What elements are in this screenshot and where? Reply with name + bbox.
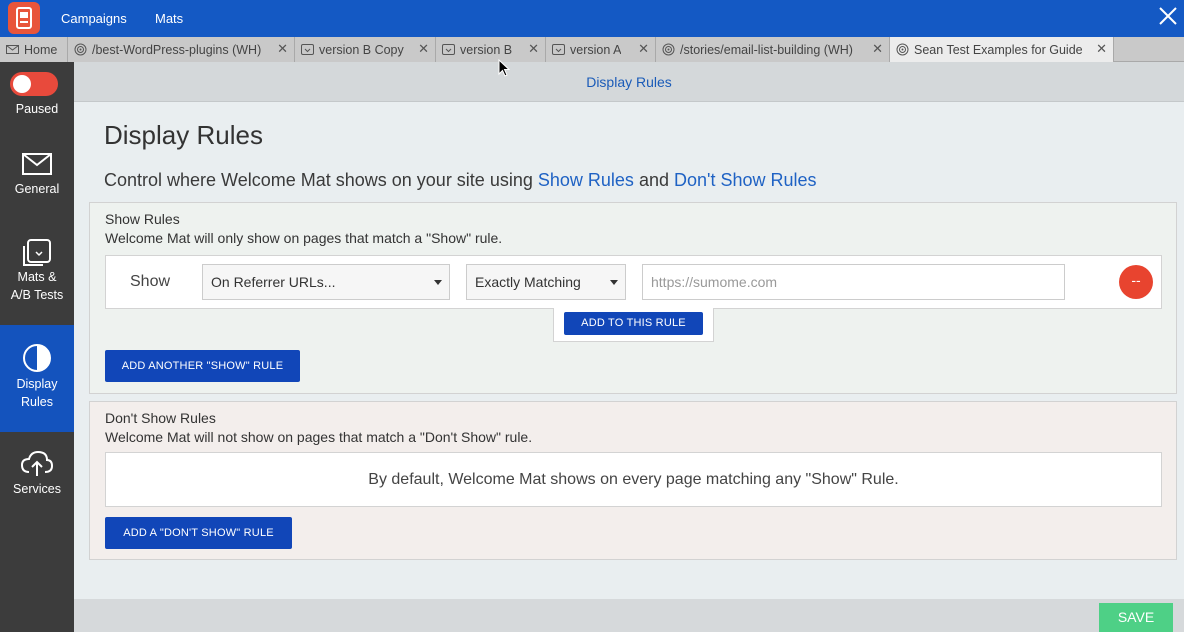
tab-email-list-building[interactable]: /stories/email-list-building (WH) ✕ xyxy=(656,37,890,62)
tab-version-b-copy[interactable]: version B Copy ✕ xyxy=(295,37,436,62)
sumo-logo-icon[interactable] xyxy=(8,2,40,34)
sidebar-item-label: Display xyxy=(16,377,58,391)
tab-best-wordpress-plugins[interactable]: /best-WordPress-plugins (WH) ✕ xyxy=(68,37,295,62)
add-another-show-rule-button[interactable]: ADD ANOTHER "SHOW" RULE xyxy=(105,350,300,382)
tab-label: /best-WordPress-plugins (WH) xyxy=(92,42,262,57)
add-to-rule-container: ADD TO THIS RULE xyxy=(553,308,714,342)
tab-close-icon[interactable]: ✕ xyxy=(638,41,649,57)
dont-show-rules-title: Don't Show Rules xyxy=(105,410,216,426)
breadcrumb-label[interactable]: Display Rules xyxy=(586,74,672,90)
rule-match-select[interactable]: Exactly Matching xyxy=(466,264,626,300)
sidebar: Paused General Mats & A/B Tests Display … xyxy=(0,62,74,632)
footer-bar: SAVE xyxy=(74,599,1184,632)
tab-label: Home xyxy=(24,42,58,57)
rule-url-input[interactable] xyxy=(642,264,1065,300)
tab-label: version A xyxy=(570,42,622,57)
show-rules-title: Show Rules xyxy=(105,211,180,227)
breadcrumb: Display Rules xyxy=(74,62,1184,102)
dont-show-rules-link[interactable]: Don't Show Rules xyxy=(674,170,817,190)
paused-label-wrap: Paused xyxy=(0,100,74,118)
sidebar-item-general[interactable]: General xyxy=(0,142,74,222)
mail-icon xyxy=(6,43,19,56)
dont-show-rules-description: Welcome Mat will not show on pages that … xyxy=(105,429,533,445)
chevron-down-icon xyxy=(610,280,618,285)
mouse-cursor-icon xyxy=(498,58,511,82)
toggle-knob xyxy=(13,75,31,93)
chevron-down-icon xyxy=(434,280,442,285)
half-circle-icon xyxy=(0,343,74,375)
mat-icon xyxy=(552,43,565,56)
pause-toggle[interactable] xyxy=(10,72,58,96)
tab-bar: Home /best-WordPress-plugins (WH) ✕ vers… xyxy=(0,37,1184,62)
sidebar-item-label-2: Rules xyxy=(21,395,53,409)
tab-home[interactable]: Home xyxy=(0,37,68,62)
show-rules-panel: Show Rules Welcome Mat will only show on… xyxy=(89,202,1177,394)
tab-version-b[interactable]: version B ✕ xyxy=(436,37,546,62)
mat-icon xyxy=(442,43,455,56)
paused-label: Paused xyxy=(15,102,59,116)
mat-icon xyxy=(301,43,314,56)
tab-close-icon[interactable]: ✕ xyxy=(872,41,883,57)
nav-mats[interactable]: Mats xyxy=(155,0,183,37)
target-icon xyxy=(896,43,909,56)
tab-version-a[interactable]: version A ✕ xyxy=(546,37,656,62)
show-rules-link[interactable]: Show Rules xyxy=(538,170,634,190)
remove-rule-button[interactable]: -- xyxy=(1119,265,1153,299)
dont-show-default-box: By default, Welcome Mat shows on every p… xyxy=(105,452,1162,507)
tab-label: version B xyxy=(460,42,513,57)
tab-sean-test-examples[interactable]: Sean Test Examples for Guide ✕ xyxy=(890,37,1114,62)
tab-close-icon[interactable]: ✕ xyxy=(277,41,288,57)
default-rule-text: By default, Welcome Mat shows on every p… xyxy=(368,471,899,488)
top-bar: Campaigns Mats xyxy=(0,0,1184,37)
page-title: Display Rules xyxy=(104,120,263,150)
cloud-upload-icon xyxy=(0,450,74,480)
target-icon xyxy=(74,43,87,56)
sidebar-item-display-rules[interactable]: Display Rules xyxy=(0,325,74,432)
add-to-this-rule-button[interactable]: ADD TO THIS RULE xyxy=(564,312,703,335)
sidebar-item-label: Services xyxy=(13,482,61,496)
mats-icon xyxy=(0,238,74,268)
subtitle-text: Control where Welcome Mat shows on your … xyxy=(104,170,533,190)
show-rules-description: Welcome Mat will only show on pages that… xyxy=(105,230,503,246)
rule-type-select[interactable]: On Referrer URLs... xyxy=(202,264,450,300)
rule-show-label: Show xyxy=(130,273,171,290)
sidebar-item-label: Mats & xyxy=(17,270,57,284)
target-icon xyxy=(662,43,675,56)
save-button[interactable]: SAVE xyxy=(1099,603,1173,632)
show-rule-row: Show On Referrer URLs... Exactly Matchin… xyxy=(105,255,1162,309)
sidebar-item-mats-ab-tests[interactable]: Mats & A/B Tests xyxy=(0,230,74,310)
tab-close-icon[interactable]: ✕ xyxy=(528,41,539,57)
tab-label: version B Copy xyxy=(319,42,404,57)
nav-campaigns[interactable]: Campaigns xyxy=(61,0,127,37)
dont-show-rules-panel: Don't Show Rules Welcome Mat will not sh… xyxy=(89,401,1177,560)
close-icon[interactable] xyxy=(1156,4,1180,28)
sidebar-item-label: General xyxy=(14,182,60,196)
tab-label: Sean Test Examples for Guide xyxy=(914,42,1083,57)
tab-close-icon[interactable]: ✕ xyxy=(1096,41,1107,57)
sidebar-item-label-2: A/B Tests xyxy=(10,288,64,302)
envelope-icon xyxy=(0,152,74,180)
add-dont-show-rule-button[interactable]: ADD A "DON'T SHOW" RULE xyxy=(105,517,292,549)
rule-type-value: On Referrer URLs... xyxy=(211,274,336,290)
tab-label: /stories/email-list-building (WH) xyxy=(680,42,853,57)
page-subtitle: Control where Welcome Mat shows on your … xyxy=(104,170,817,191)
sidebar-item-services[interactable]: Services xyxy=(0,442,74,512)
rule-match-value: Exactly Matching xyxy=(475,274,581,290)
subtitle-and: and xyxy=(638,170,669,190)
tab-close-icon[interactable]: ✕ xyxy=(418,41,429,57)
